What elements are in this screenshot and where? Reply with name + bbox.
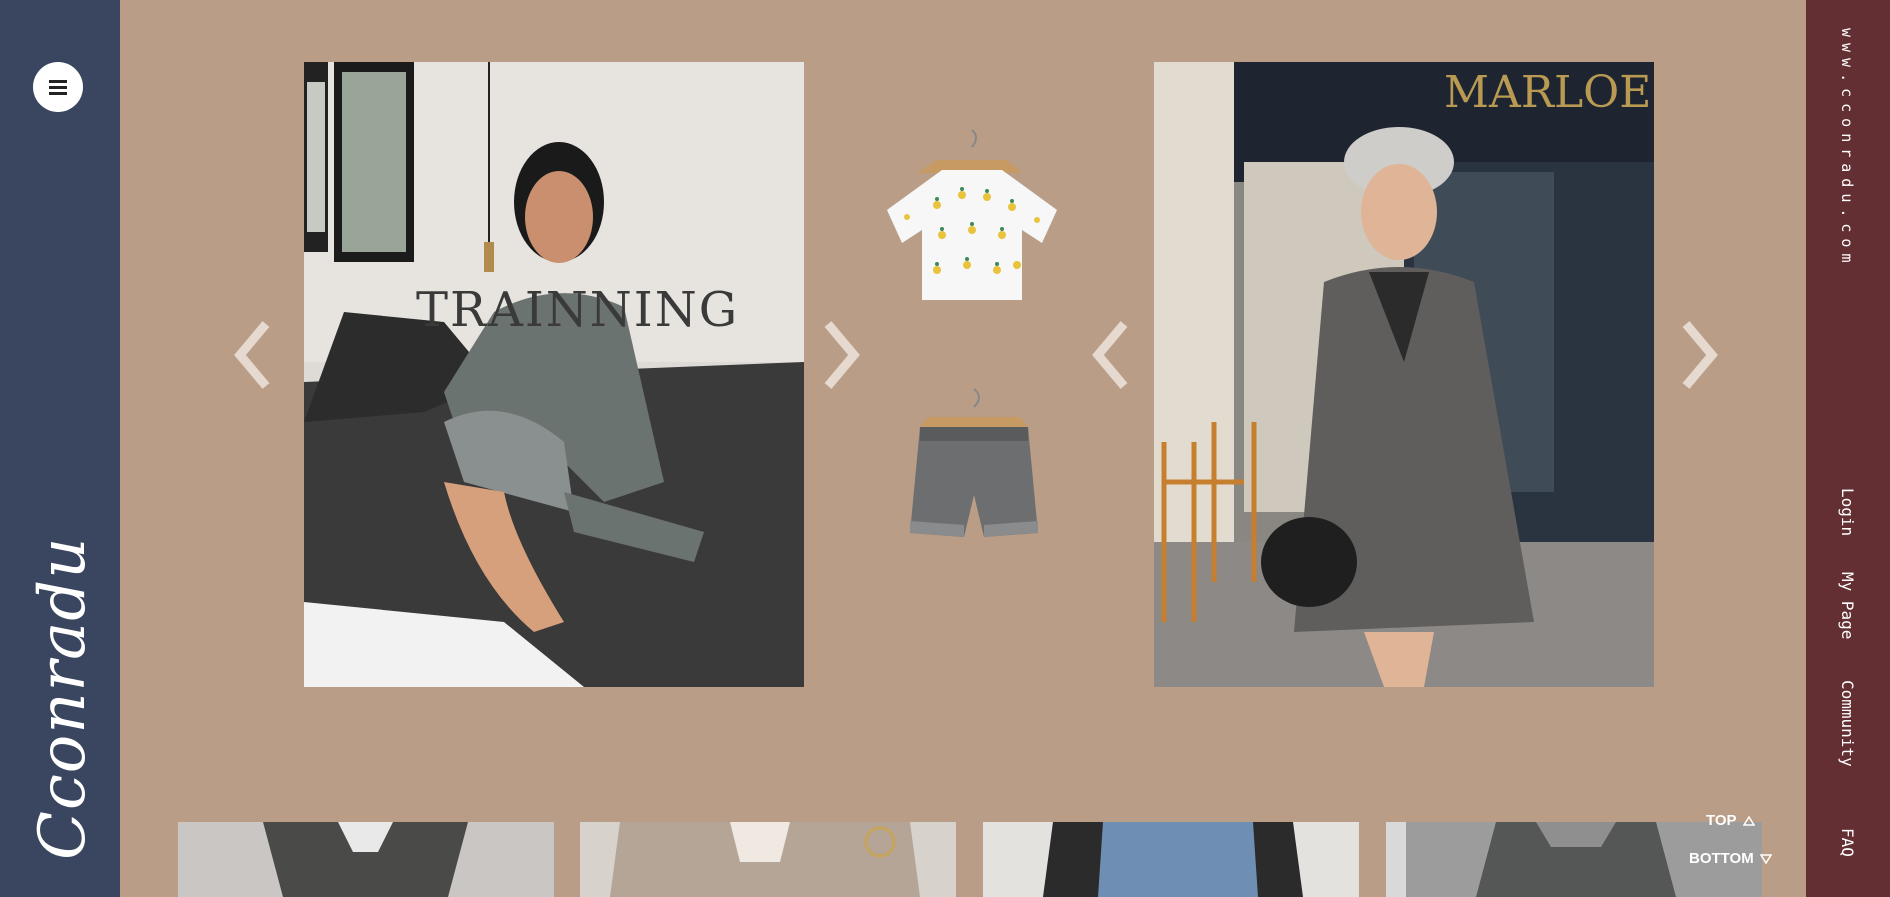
slide-overlay-title: TRAINNING <box>416 282 740 338</box>
right-sidebar: www.cconradu.com Login My Page Community… <box>1806 0 1890 897</box>
brand-logo[interactable]: Cconradu <box>18 537 108 861</box>
slider-next-button-2[interactable] <box>1680 320 1720 390</box>
triangle-down-icon <box>1759 853 1772 864</box>
slide-photo-street[interactable]: MARLOE <box>1154 62 1654 687</box>
thumbnail-jeans[interactable] <box>983 822 1359 897</box>
triangle-up-icon <box>1742 815 1755 826</box>
tshirt-product-image <box>887 129 1057 300</box>
top-label: TOP <box>1706 812 1737 829</box>
chevron-left-icon <box>234 321 270 389</box>
product-denim-shorts[interactable] <box>888 385 1060 545</box>
nav-login[interactable]: Login <box>1838 488 1857 536</box>
scroll-top-link[interactable]: TOP <box>1706 812 1755 829</box>
training-photo-illustration <box>304 62 804 687</box>
street-photo-illustration: MARLOE <box>1154 62 1654 687</box>
left-sidebar: Cconradu <box>0 0 120 897</box>
thumbnail-image <box>580 822 956 897</box>
scroll-bottom-link[interactable]: BOTTOM <box>1689 850 1772 867</box>
thumbnail-image <box>983 822 1359 897</box>
bottom-label: BOTTOM <box>1689 850 1754 867</box>
site-url[interactable]: www.cconradu.com <box>1838 28 1856 269</box>
nav-community[interactable]: Community <box>1838 680 1857 767</box>
thumbnail-beige-shirt[interactable] <box>580 822 956 897</box>
menu-button[interactable] <box>33 62 83 112</box>
chevron-left-icon <box>1092 321 1128 389</box>
slider-prev-button-2[interactable] <box>1090 320 1130 390</box>
thumbnail-image <box>178 822 554 897</box>
slider-prev-button[interactable] <box>232 320 272 390</box>
nav-my-page[interactable]: My Page <box>1838 572 1857 639</box>
storefront-sign: MARLOE <box>1444 67 1651 118</box>
shorts-product-image <box>910 388 1038 537</box>
chevron-right-icon <box>824 321 860 389</box>
hamburger-icon <box>49 79 67 95</box>
product-pineapple-tee[interactable] <box>882 125 1062 305</box>
chevron-right-icon <box>1682 321 1718 389</box>
slider-next-button[interactable] <box>822 320 862 390</box>
slide-photo-training[interactable]: TRAINNING <box>304 62 804 687</box>
thumbnail-knit-vest[interactable] <box>178 822 554 897</box>
nav-faq[interactable]: FAQ <box>1838 828 1857 857</box>
